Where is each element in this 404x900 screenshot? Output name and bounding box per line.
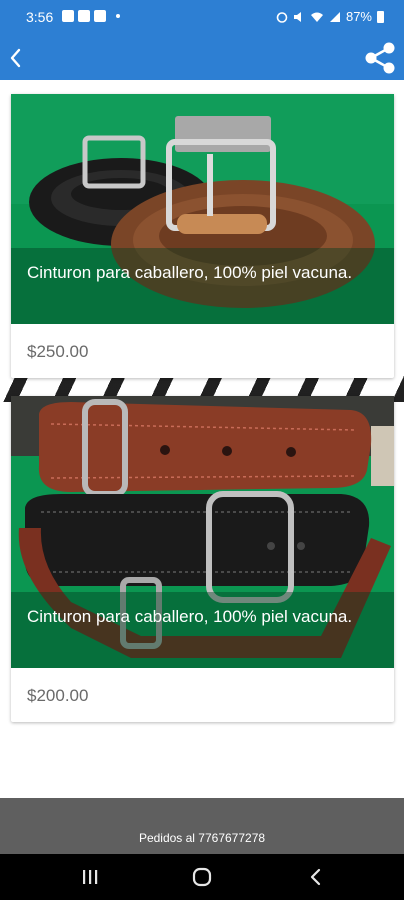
product-price: $200.00: [27, 686, 89, 705]
app-bar: [0, 36, 404, 80]
product-price: $250.00: [27, 342, 89, 361]
product-card[interactable]: Cinturon para caballero, 100% piel vacun…: [11, 396, 394, 722]
orders-footer: Pedidos al 7767677278: [0, 798, 404, 854]
product-title: Cinturon para caballero, 100% piel vacun…: [11, 248, 394, 324]
orders-phone-text: Pedidos al 7767677278: [138, 831, 266, 845]
signal-icon: [329, 11, 340, 22]
battery-percent: 87%: [345, 9, 372, 24]
product-card[interactable]: Cinturon para caballero, 100% piel vacun…: [11, 94, 394, 378]
system-navigation-bar: [0, 854, 404, 900]
product-photo[interactable]: Cinturon para caballero, 100% piel vacun…: [11, 396, 394, 668]
recents-icon[interactable]: [82, 869, 98, 885]
notification-icons: [62, 10, 120, 22]
product-list: Cinturon para caballero, 100% piel vacun…: [0, 80, 404, 798]
home-icon[interactable]: [192, 867, 212, 887]
mail-notification-icon: [94, 10, 106, 22]
product-title: Cinturon para caballero, 100% piel vacun…: [11, 592, 394, 668]
app-notification-icon: [78, 10, 90, 22]
product-photo[interactable]: Cinturon para caballero, 100% piel vacun…: [11, 94, 394, 324]
battery-icon: [377, 10, 384, 23]
more-notifications-icon: [116, 14, 120, 18]
status-time: 3:56: [26, 9, 54, 25]
alarm-icon: [276, 11, 288, 23]
wifi-icon: [310, 12, 323, 22]
status-bar: 3:56 87%: [0, 0, 404, 36]
back-arrow-icon[interactable]: [6, 44, 34, 72]
share-icon[interactable]: [362, 40, 398, 76]
gallery-notification-icon: [62, 10, 74, 22]
nav-back-icon[interactable]: [308, 868, 324, 886]
system-icons: 87%: [276, 9, 384, 24]
mute-icon: [293, 11, 301, 22]
